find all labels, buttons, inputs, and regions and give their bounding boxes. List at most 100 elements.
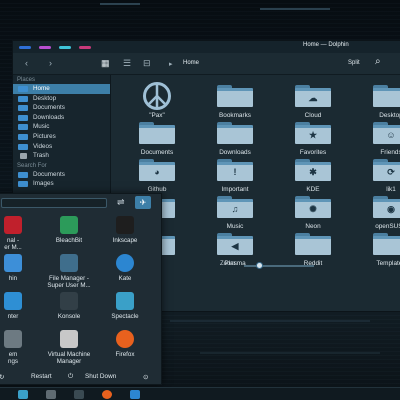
app-label: File Manager - Super User M... [41,275,97,289]
trash-icon [20,153,27,160]
search-icon[interactable]: ⌕ [375,56,381,67]
printer-icon [4,292,22,310]
wallpaper-glitch-line [170,320,370,322]
app-label: Firefox [97,351,153,358]
app-label: hin [0,275,41,282]
restart-button[interactable]: Restart [31,373,52,380]
folder-icon [139,122,175,144]
breadcrumb-arrow-icon: ▸ [169,61,173,68]
app-label-line: Spectacle [111,313,139,320]
important-folder-icon: ! [217,159,253,181]
folder-icon [18,143,28,150]
app-icon-2[interactable] [46,390,56,399]
sidebar-item-label: Music [33,123,50,131]
app-label-line: Super User M... [47,282,91,289]
folder-item[interactable]: Templates [355,229,400,273]
app-label-line: Konsole [57,313,81,320]
search-for-header: Search For [17,162,47,169]
app-terminal[interactable]: nal - er M... [0,216,41,256]
compact-view-button[interactable]: ☰ [123,58,131,68]
wallpaper-glitch-line [100,3,140,5]
pin-icon[interactable]: ✈ [135,196,151,209]
sidebar-item-label: Images [33,180,54,188]
app-label: nal - er M... [0,237,41,251]
shutdown-icon[interactable]: ⏻ [68,373,73,381]
app-label-line: BleachBit [55,237,83,244]
sidebar-item-trash[interactable]: Trash [13,151,110,161]
app-label-line: Kate [118,275,132,282]
app-label-line: Inkscape [112,237,138,244]
sidebar-item-pictures[interactable]: Pictures [13,132,110,142]
sidebar-item-downloads[interactable]: Downloads [13,113,110,123]
restart-icon[interactable]: ↻ [0,373,4,381]
sidebar-item-music[interactable]: Music [13,122,110,132]
app-dolphin[interactable]: hin [0,254,41,294]
folder-emblem: ◉ [387,204,395,214]
more-options-icon[interactable]: ⊙ [143,373,148,381]
app-icon-5[interactable] [130,390,140,399]
kate-icon [116,254,134,272]
folder-icon [18,105,28,112]
sidebar-item-home[interactable]: Home [13,84,110,94]
opensuse-folder-icon: ◉ [373,196,400,218]
sidebar-item-images[interactable]: Images [13,179,110,189]
wallpaper-glitch-line [260,8,330,10]
launcher-search-input[interactable] [1,198,107,208]
back-button[interactable]: ‹ [25,58,28,68]
sidebar-item-label: Home [33,85,50,92]
sliders-icon[interactable]: ⇌ [117,197,125,208]
music-folder-icon: ♫ [217,196,253,218]
icons-view-button[interactable]: ▦ [101,58,110,68]
app-label-line: nal - [6,237,20,244]
window-titlebar[interactable]: Home — Dolphin [13,41,400,53]
titlebar-color-dot [79,46,91,49]
places-list: Home Desktop Documents Downloads Music Pictur… [13,84,110,161]
sidebar-item-label: Documents [33,104,65,112]
folder-icon [18,86,28,92]
forward-button[interactable]: › [49,58,52,68]
breadcrumb[interactable]: Home [183,60,199,66]
sidebar-item-label: Desktop [33,94,57,102]
folder-emblem: ⟳ [387,167,395,177]
sidebar-item-label: Pictures [33,132,56,140]
titlebar-color-dot [59,46,71,49]
app-konsole[interactable]: Konsole [41,292,97,332]
details-view-button[interactable]: ⊟ [143,58,151,68]
split-button[interactable]: Split [348,60,360,66]
app-label: Konsole [41,313,97,320]
toolbar: ‹ › ▦ ☰ ⊟ ▸ Home Split ⌕ [13,53,400,75]
app-label: BleachBit [41,237,97,244]
folder-emblem: ! [233,167,237,177]
folder-icon [18,95,28,102]
shutdown-button[interactable]: Shut Down [85,373,116,380]
app-label-line: ngs [8,358,18,365]
sidebar-item-videos[interactable]: Videos [13,142,110,152]
system-settings-icon [4,330,22,348]
app-inkscape[interactable]: Inkscape [97,216,153,256]
app-bleachbit[interactable]: BleachBit [41,216,97,256]
app-system-settings[interactable]: em ngs [0,330,41,370]
app-firefox[interactable]: Firefox [97,330,153,370]
cloud-folder-icon: ☁ [295,85,331,107]
app-printer[interactable]: nter [0,292,41,332]
app-file-manager[interactable]: File Manager - Super User M... [41,254,97,294]
app-virt-manager[interactable]: Virtual Machine Manager [41,330,97,370]
app-label-line: em [8,351,18,358]
app-label: Kate [97,275,153,282]
folder-emblem: ★ [308,130,318,140]
app-icon-3[interactable] [74,390,84,399]
kde-folder-icon: ✱ [295,159,331,181]
zoom-slider[interactable] [244,265,314,267]
app-kate[interactable]: Kate [97,254,153,294]
app-icon-1[interactable] [18,390,28,399]
firefox-icon[interactable] [102,390,112,399]
sidebar-item-documents[interactable]: Documents [13,103,110,113]
terminal-icon [4,216,22,234]
folder-emblem: ♫ [231,204,239,214]
folder-icon [217,122,253,144]
templates-folder-icon [373,233,400,255]
sidebar-item-desktop[interactable]: Desktop [13,94,110,104]
app-spectacle[interactable]: Spectacle [97,292,153,332]
inkscape-icon [116,216,134,234]
sidebar-item-documents[interactable]: Documents [13,170,110,180]
